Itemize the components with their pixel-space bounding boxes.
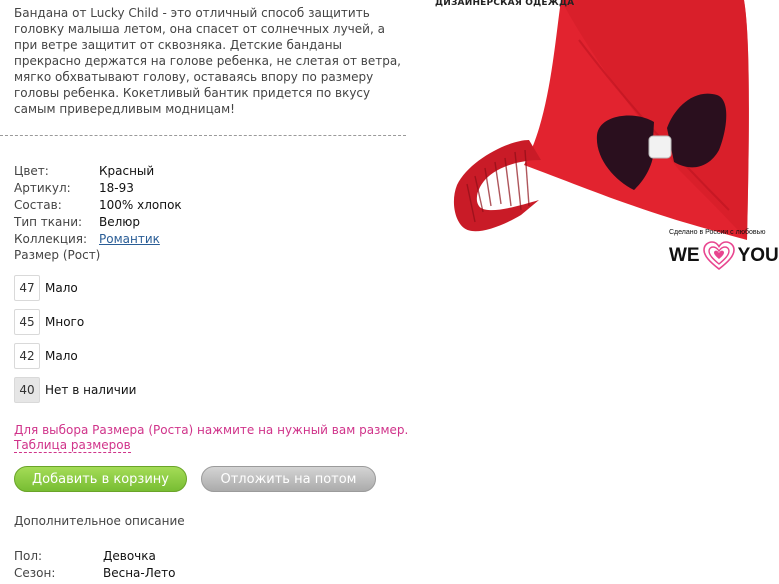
size-table-link[interactable]: Таблица размеров [14,438,131,453]
size-option: 42 Мало [14,339,136,373]
property-label: Состав: [14,198,62,212]
logo-we: WE [669,245,700,266]
size-hint-text: Для выбора Размера (Роста) нажмите на ну… [14,423,409,437]
size-button-40[interactable]: 40 [14,377,40,403]
size-status: Мало [45,281,78,295]
add-to-cart-button[interactable]: Добавить в корзину [14,466,187,492]
heart-icon [702,241,735,271]
product-image[interactable]: ДИЗАЙНЕРСКАЯ ОДЕЖДА Сделано в России с л… [429,0,779,277]
size-option: 47 Мало [14,271,136,305]
size-list: 47 Мало 45 Много 42 Мало 40 Нет в наличи… [14,271,136,407]
size-button-42[interactable]: 42 [14,343,40,369]
property-collection: Коллекция: Романтик [14,231,182,248]
property-label: Артикул: [14,181,71,195]
brand-caption: ДИЗАЙНЕРСКАЯ ОДЕЖДА [435,0,575,8]
size-button-47[interactable]: 47 [14,275,40,301]
property-label: Тип ткани: [14,215,83,229]
product-description: Бандана от Lucky Child - это отличный сп… [14,6,401,116]
property-value: Красный [99,164,155,178]
property-value: 18-93 [99,181,134,195]
size-hint: Для выбора Размера (Роста) нажмите на ну… [14,423,408,453]
property-fabric: Тип ткани: Велюр [14,214,182,231]
property-value: Весна-Лето [103,566,176,580]
property-gender: Пол: Девочка [14,548,175,565]
property-value: Велюр [99,215,141,229]
property-composition: Состав: 100% хлопок [14,197,182,214]
size-option: 45 Много [14,305,136,339]
size-title: Размер (Рост) [14,248,101,262]
additional-description-title: Дополнительное описание [14,514,185,528]
save-for-later-button[interactable]: Отложить на потом [201,466,376,492]
property-label: Сезон: [14,566,56,580]
extra-properties: Пол: Девочка Сезон: Весна-Лето [14,548,175,582]
size-option: 40 Нет в наличии [14,373,136,407]
property-label: Коллекция: [14,232,88,246]
we-love-you-logo: WE YOU [669,240,779,272]
size-button-45[interactable]: 45 [14,309,40,335]
product-properties: Цвет: Красный Артикул: 18-93 Состав: 100… [14,163,182,248]
property-label: Цвет: [14,164,49,178]
property-color: Цвет: Красный [14,163,182,180]
property-value: 100% хлопок [99,198,182,212]
size-status: Нет в наличии [45,383,137,397]
made-in-russia-text: Сделано в России с любовью [669,229,766,236]
property-label: Пол: [14,549,43,563]
property-article: Артикул: 18-93 [14,180,182,197]
collection-link[interactable]: Романтик [99,231,160,248]
logo-you: YOU [737,245,779,266]
size-status: Мало [45,349,78,363]
divider [0,135,406,136]
property-value: Девочка [103,549,156,563]
property-season: Сезон: Весна-Лето [14,565,175,582]
size-status: Много [45,315,85,329]
